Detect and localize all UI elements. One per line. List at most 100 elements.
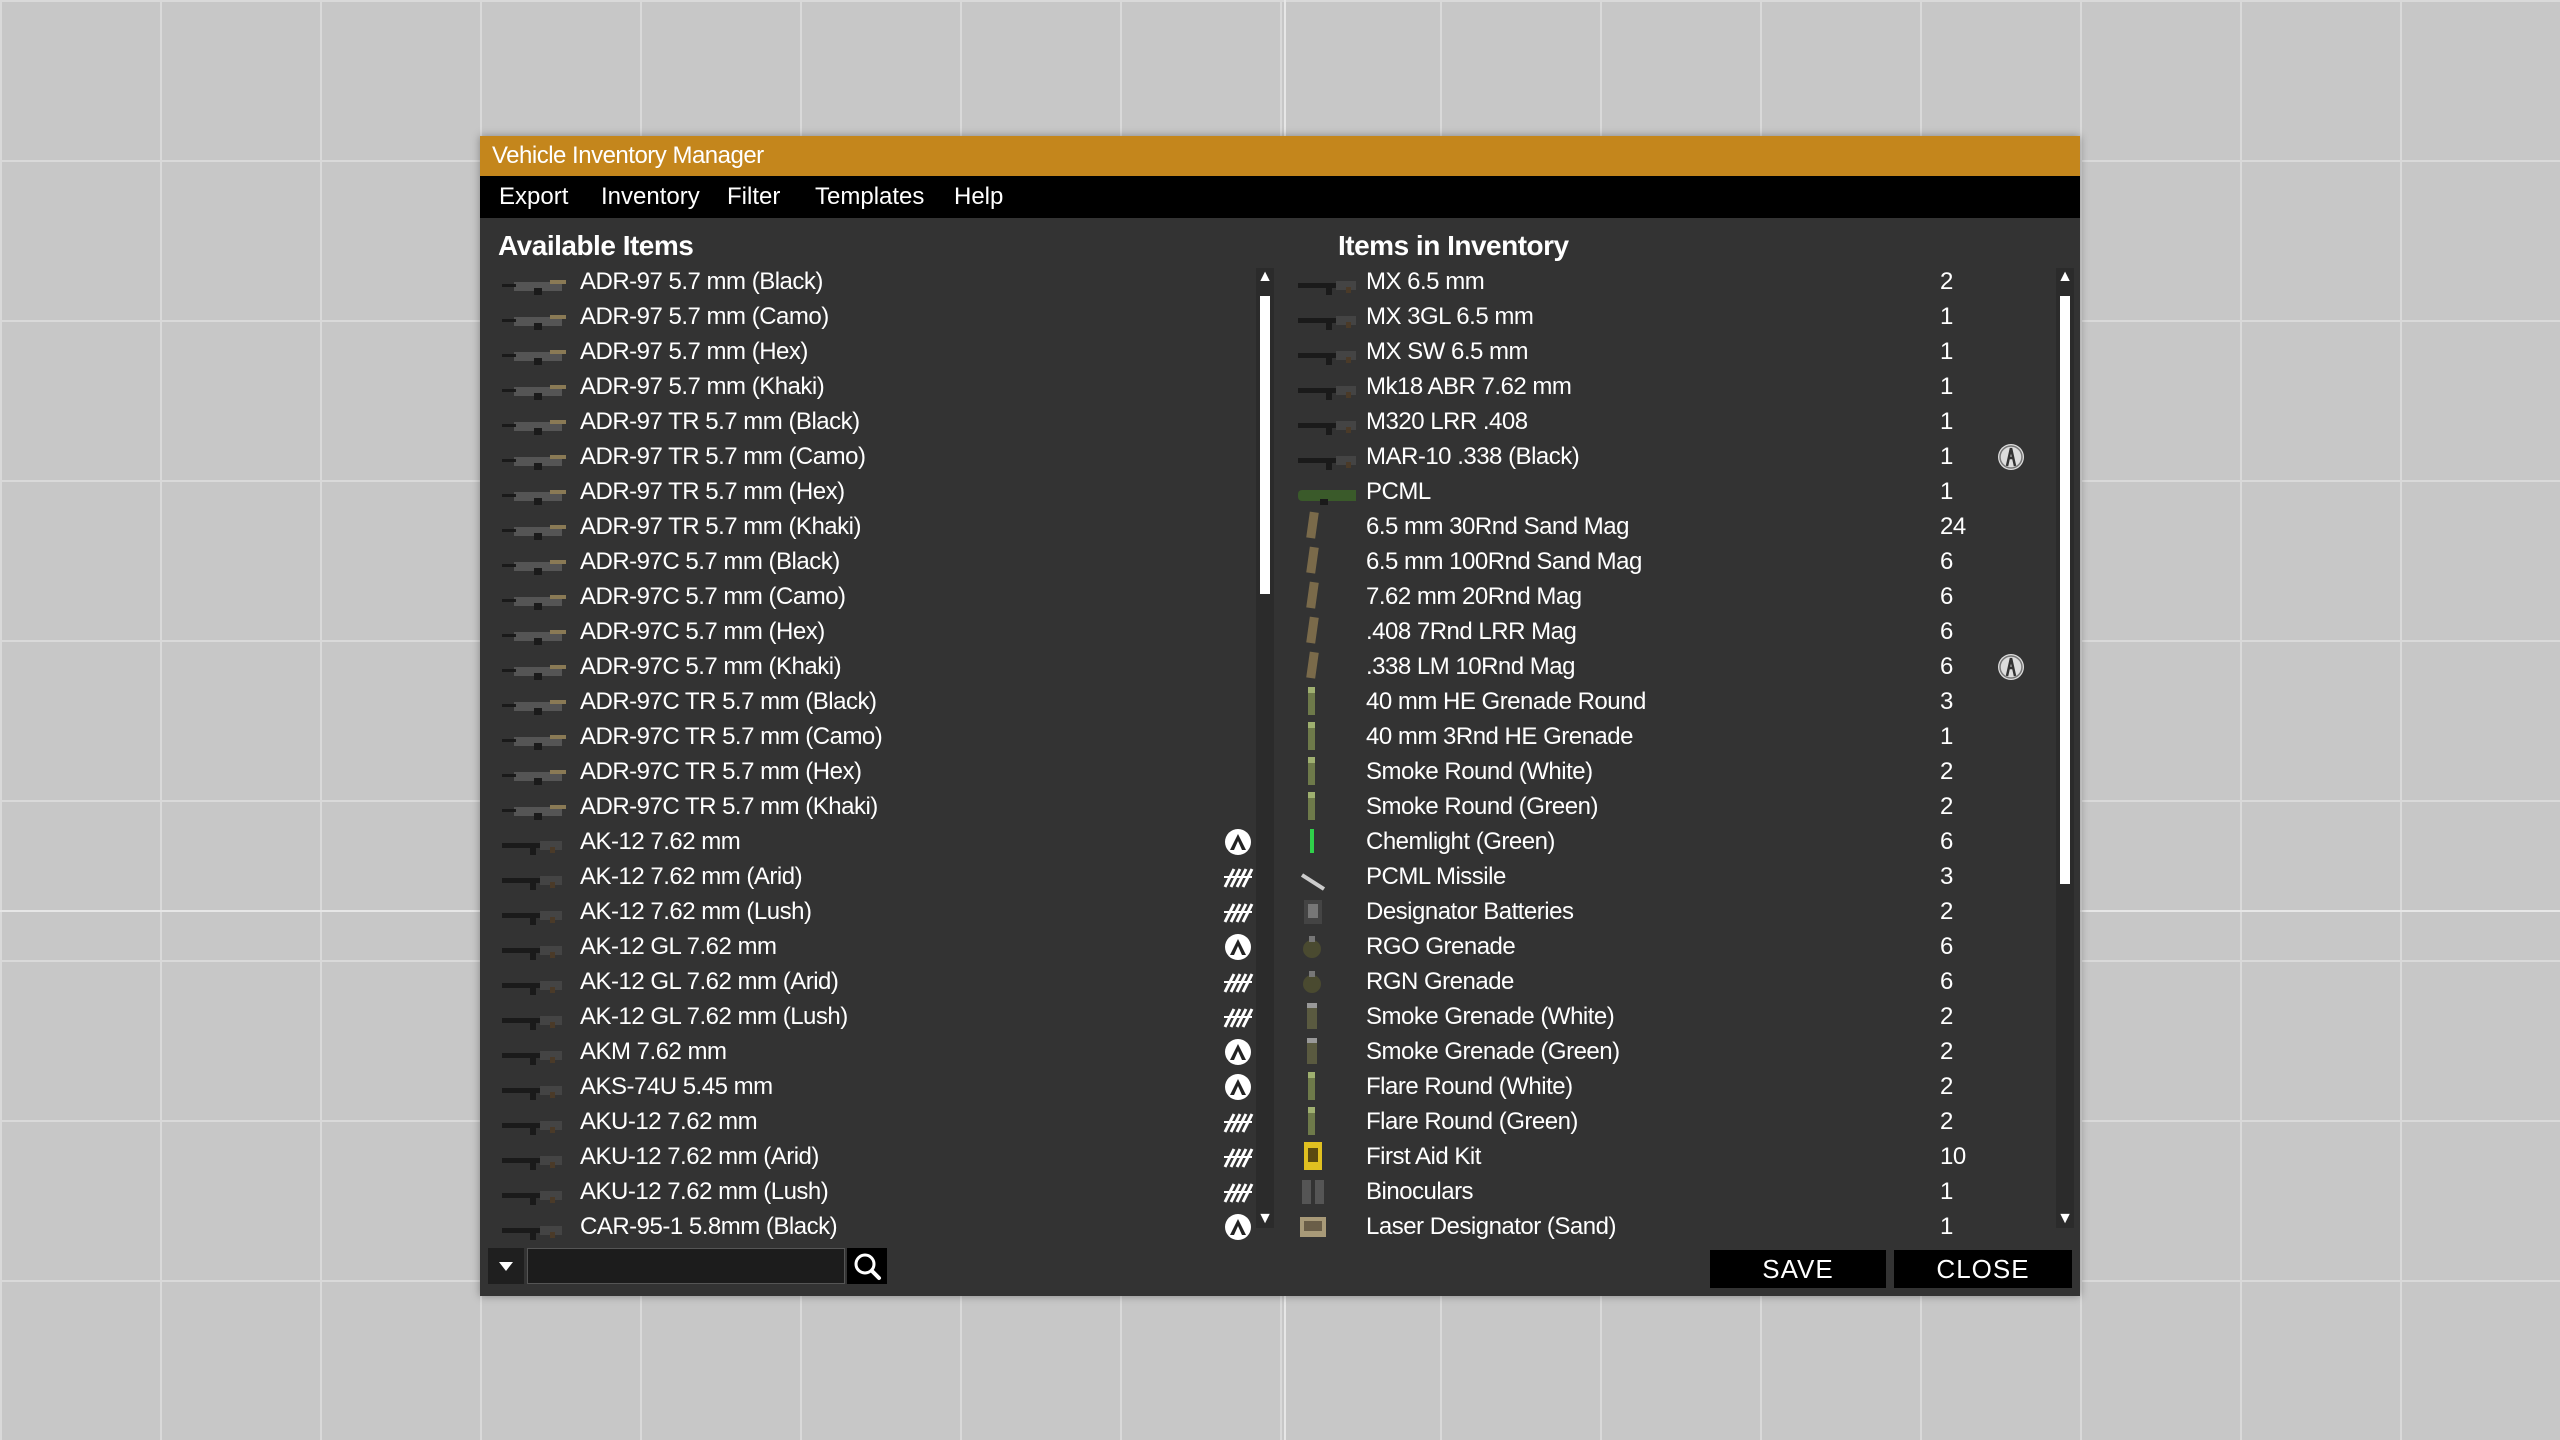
inventory-item[interactable]: .338 LM 10Rnd Mag 6 <box>1290 649 2030 684</box>
item-name: RGO Grenade <box>1366 933 1516 960</box>
scroll-up-icon[interactable]: ▲ <box>2056 268 2074 286</box>
search-input[interactable] <box>527 1248 845 1284</box>
available-item[interactable]: AKU-12 7.62 mm (Lush) <box>500 1174 1254 1209</box>
rifle-icon <box>500 866 570 890</box>
available-item[interactable]: ADR-97C TR 5.7 mm (Camo) <box>500 719 1240 754</box>
contact-icon <box>1222 863 1254 891</box>
available-item[interactable]: ADR-97 TR 5.7 mm (Camo) <box>500 439 1240 474</box>
available-item[interactable]: ADR-97 5.7 mm (Hex) <box>500 334 1240 369</box>
magazine-icon <box>1296 581 1356 609</box>
item-quantity: 3 <box>1940 688 1953 715</box>
available-item[interactable]: AK-12 GL 7.62 mm (Lush) <box>500 999 1254 1034</box>
apex-icon <box>1222 1038 1254 1066</box>
available-item[interactable]: ADR-97C TR 5.7 mm (Khaki) <box>500 789 1240 824</box>
inventory-item[interactable]: MAR-10 .338 (Black) 1 <box>1290 439 2030 474</box>
inventory-item[interactable]: RGN Grenade 6 <box>1290 964 2030 999</box>
inventory-item[interactable]: Smoke Round (Green) 2 <box>1290 789 2030 824</box>
close-button[interactable]: CLOSE <box>1894 1250 2072 1288</box>
rifle-icon <box>500 936 570 960</box>
inventory-item[interactable]: Smoke Round (White) 2 <box>1290 754 2030 789</box>
inventory-item[interactable]: PCML 1 <box>1290 474 2030 509</box>
inventory-item[interactable]: PCML Missile 3 <box>1290 859 2030 894</box>
inventory-item[interactable]: 6.5 mm 100Rnd Sand Mag 6 <box>1290 544 2030 579</box>
rifle-icon <box>1296 306 1358 330</box>
available-item[interactable]: AKU-12 7.62 mm <box>500 1104 1254 1139</box>
available-item[interactable]: ADR-97C TR 5.7 mm (Hex) <box>500 754 1240 789</box>
item-name: Binoculars <box>1366 1178 1474 1205</box>
inventory-item[interactable]: 40 mm 3Rnd HE Grenade 1 <box>1290 719 2030 754</box>
available-item[interactable]: ADR-97 5.7 mm (Black) <box>500 264 1240 299</box>
available-item[interactable]: AKS-74U 5.45 mm <box>500 1069 1251 1104</box>
inventory-item[interactable]: Smoke Grenade (Green) 2 <box>1290 1034 2030 1069</box>
available-item[interactable]: AKM 7.62 mm <box>500 1034 1251 1069</box>
menu-filter[interactable]: Filter <box>727 176 780 218</box>
available-item[interactable]: AK-12 7.62 mm <box>500 824 1251 859</box>
inventory-item[interactable]: 40 mm HE Grenade Round 3 <box>1290 684 2030 719</box>
contact-icon <box>1222 1108 1254 1136</box>
available-item[interactable]: AK-12 7.62 mm (Arid) <box>500 859 1254 894</box>
inventory-item[interactable]: Chemlight (Green) 6 <box>1290 824 2030 859</box>
grenade-round-icon <box>1296 1107 1356 1135</box>
item-quantity: 6 <box>1940 968 1953 995</box>
scroll-up-icon[interactable]: ▲ <box>1256 268 1274 286</box>
inventory-item[interactable]: Binoculars 1 <box>1290 1174 2030 1209</box>
available-item[interactable]: ADR-97C 5.7 mm (Khaki) <box>500 649 1240 684</box>
smg-icon <box>500 446 570 470</box>
menu-export[interactable]: Export <box>499 176 568 218</box>
inventory-item[interactable]: 6.5 mm 30Rnd Sand Mag 24 <box>1290 509 2030 544</box>
available-item[interactable]: ADR-97 5.7 mm (Khaki) <box>500 369 1240 404</box>
scroll-down-icon[interactable]: ▼ <box>1256 1210 1274 1228</box>
available-item[interactable]: AK-12 GL 7.62 mm (Arid) <box>500 964 1254 999</box>
menu-inventory[interactable]: Inventory <box>601 176 700 218</box>
item-name: ADR-97 5.7 mm (Hex) <box>580 338 808 365</box>
available-scroll-thumb[interactable] <box>1260 296 1270 594</box>
available-item[interactable]: ADR-97C 5.7 mm (Hex) <box>500 614 1240 649</box>
inventory-item[interactable]: Flare Round (White) 2 <box>1290 1069 2030 1104</box>
available-item[interactable]: AK-12 7.62 mm (Lush) <box>500 894 1254 929</box>
available-item[interactable]: ADR-97C TR 5.7 mm (Black) <box>500 684 1240 719</box>
available-item[interactable]: AK-12 GL 7.62 mm <box>500 929 1251 964</box>
inventory-item[interactable]: Flare Round (Green) 2 <box>1290 1104 2030 1139</box>
rifle-icon <box>500 1006 570 1030</box>
inventory-item[interactable]: MX 3GL 6.5 mm 1 <box>1290 299 2030 334</box>
available-item[interactable]: CAR-95-1 5.8mm (Black) <box>500 1209 1251 1244</box>
inventory-scroll-thumb[interactable] <box>2060 296 2070 884</box>
available-item[interactable]: ADR-97C 5.7 mm (Camo) <box>500 579 1240 614</box>
filter-dropdown-button[interactable] <box>488 1248 524 1284</box>
available-item[interactable]: ADR-97 TR 5.7 mm (Khaki) <box>500 509 1240 544</box>
save-button[interactable]: SAVE <box>1710 1250 1886 1288</box>
inventory-item[interactable]: Laser Designator (Sand) 1 <box>1290 1209 2030 1244</box>
inventory-item[interactable]: M320 LRR .408 1 <box>1290 404 2030 439</box>
menu-help[interactable]: Help <box>954 176 1003 218</box>
inventory-item[interactable]: Mk18 ABR 7.62 mm 1 <box>1290 369 2030 404</box>
available-item[interactable]: AKU-12 7.62 mm (Arid) <box>500 1139 1254 1174</box>
inventory-item[interactable]: MX 6.5 mm 2 <box>1290 264 2030 299</box>
available-scrollbar[interactable]: ▲ ▼ <box>1256 268 1274 1228</box>
available-item[interactable]: ADR-97C 5.7 mm (Black) <box>500 544 1240 579</box>
inventory-item[interactable]: Smoke Grenade (White) 2 <box>1290 999 2030 1034</box>
item-name: Smoke Grenade (White) <box>1366 1003 1615 1030</box>
item-name: Smoke Round (White) <box>1366 758 1593 785</box>
available-item[interactable]: ADR-97 TR 5.7 mm (Hex) <box>500 474 1240 509</box>
available-item[interactable]: ADR-97 TR 5.7 mm (Black) <box>500 404 1240 439</box>
inventory-item[interactable]: MX SW 6.5 mm 1 <box>1290 334 2030 369</box>
item-quantity: 6 <box>1940 583 1953 610</box>
inventory-item[interactable]: 7.62 mm 20Rnd Mag 6 <box>1290 579 2030 614</box>
item-name: Flare Round (White) <box>1366 1073 1573 1100</box>
item-name: ADR-97C 5.7 mm (Khaki) <box>580 653 842 680</box>
item-name: Smoke Round (Green) <box>1366 793 1598 820</box>
menu-templates[interactable]: Templates <box>815 176 924 218</box>
inventory-item[interactable]: RGO Grenade 6 <box>1290 929 2030 964</box>
scroll-down-icon[interactable]: ▼ <box>2056 1210 2074 1228</box>
item-name: AK-12 GL 7.62 mm <box>580 933 777 960</box>
smg-icon <box>500 586 570 610</box>
item-name: AKU-12 7.62 mm (Lush) <box>580 1178 829 1205</box>
inventory-item[interactable]: .408 7Rnd LRR Mag 6 <box>1290 614 2030 649</box>
available-item[interactable]: ADR-97 5.7 mm (Camo) <box>500 299 1240 334</box>
inventory-item[interactable]: Designator Batteries 2 <box>1290 894 2030 929</box>
search-button[interactable] <box>847 1248 887 1284</box>
inventory-item[interactable]: First Aid Kit 10 <box>1290 1139 2030 1174</box>
inventory-scrollbar[interactable]: ▲ ▼ <box>2056 268 2074 1228</box>
rifle-icon <box>1296 271 1358 295</box>
rifle-icon <box>500 1041 570 1065</box>
